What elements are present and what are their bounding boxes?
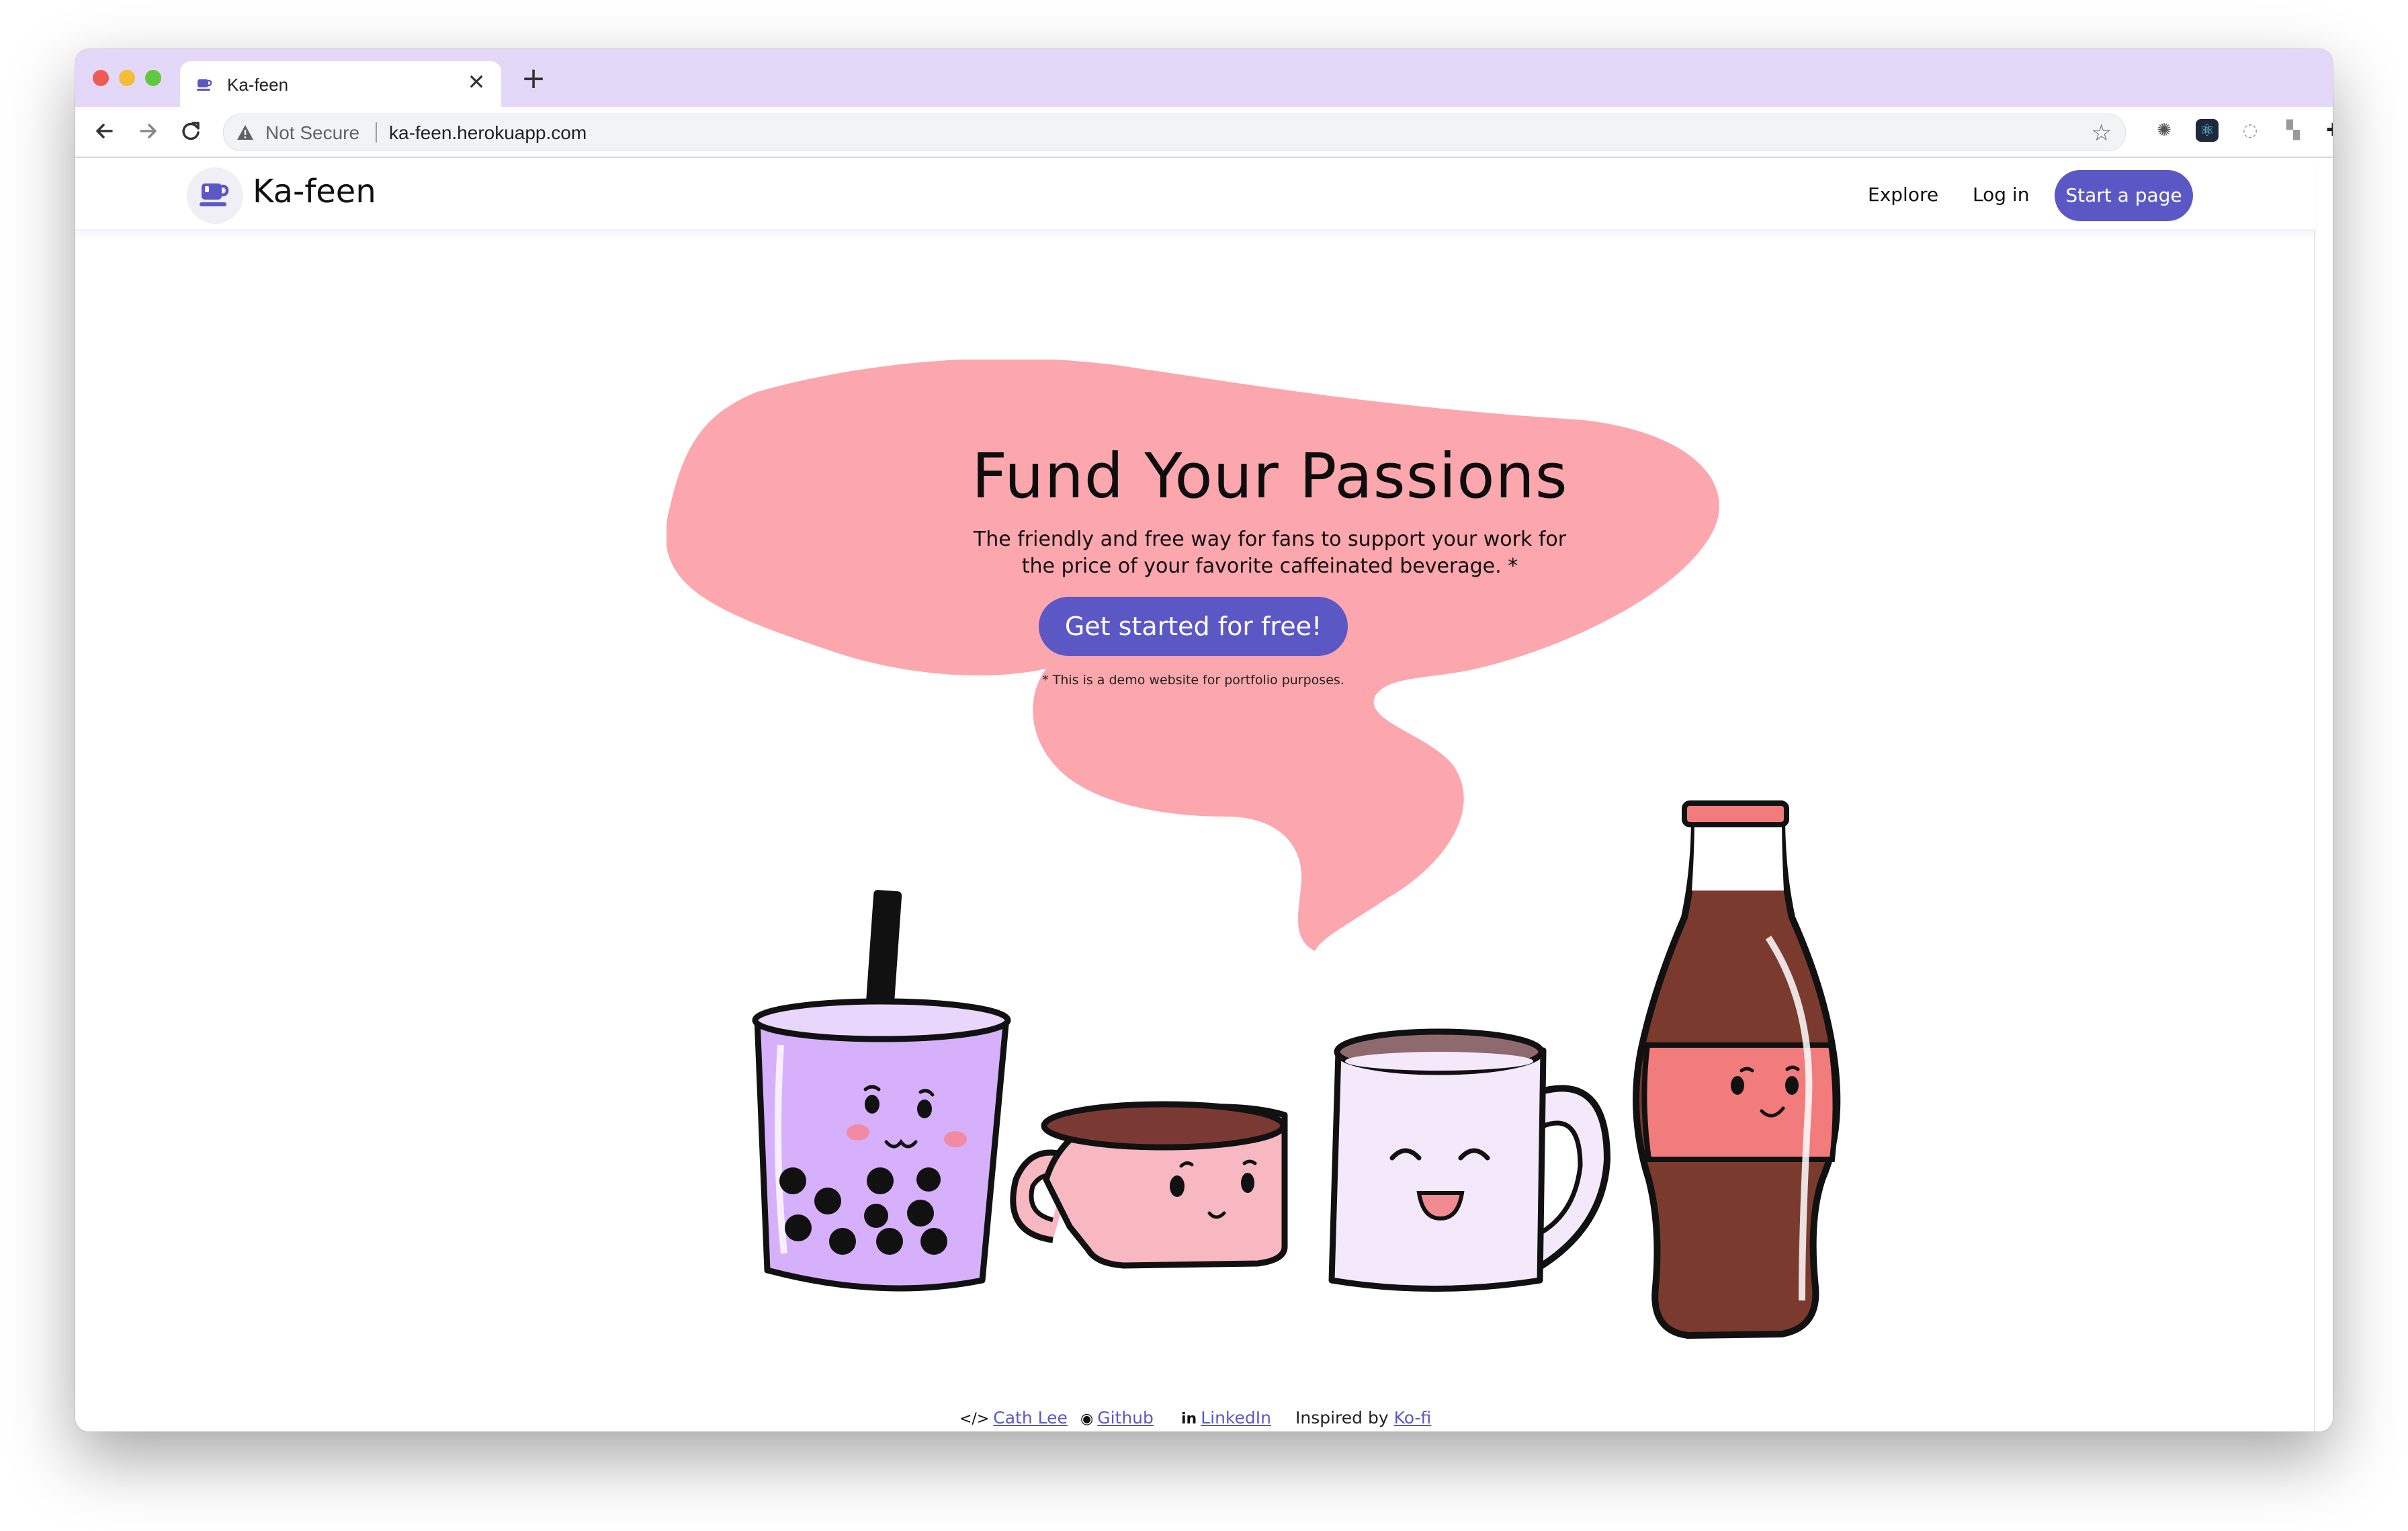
bug-extension-icon[interactable]: ✺ xyxy=(2153,119,2176,142)
get-started-button[interactable]: Get started for free! xyxy=(1039,597,1348,656)
linkedin-link[interactable]: LinkedIn xyxy=(1201,1408,1271,1427)
hero-subtitle-line2: the price of your favorite caffeinated b… xyxy=(1021,554,1518,578)
forward-arrow-icon[interactable] xyxy=(133,116,163,146)
reload-icon[interactable] xyxy=(176,116,206,146)
close-window-button[interactable] xyxy=(93,70,109,86)
footer-linkedin: in LinkedIn xyxy=(1181,1408,1271,1427)
ghost-extension-icon[interactable]: ◌ xyxy=(2239,119,2262,142)
code-icon: </> xyxy=(959,1411,990,1427)
login-link[interactable]: Log in xyxy=(1973,183,2029,206)
new-tab-button[interactable]: + xyxy=(520,64,547,93)
hero-title: Fund Your Passions xyxy=(972,440,1568,512)
puzzle-extension-icon[interactable]: ✚ xyxy=(2322,119,2333,142)
boba-tea-illustration xyxy=(752,890,1011,1292)
browser-tab[interactable]: Ka-feen ✕ xyxy=(180,61,501,107)
tab-title: Ka-feen xyxy=(227,75,289,95)
scrollbar-track xyxy=(2314,158,2315,1432)
site-header: Ka-feen Explore Log in Start a page xyxy=(75,158,2315,231)
browser-toolbar: Not Secure ka-feen.herokuapp.com ☆ ✺ ⚛ ◌… xyxy=(75,107,2333,158)
omnibox-divider xyxy=(376,122,377,142)
cola-bottle-illustration xyxy=(1633,800,1841,1339)
page-content: Ka-feen Explore Log in Start a page Fund… xyxy=(75,158,2333,1432)
star-icon[interactable]: ☆ xyxy=(2092,120,2112,147)
hero-subtitle: The friendly and free way for fans to su… xyxy=(833,526,1707,580)
lavender-mug-illustration xyxy=(1328,1028,1611,1292)
kofi-link[interactable]: Ko-fi xyxy=(1394,1408,1432,1427)
zoom-window-button[interactable] xyxy=(145,70,161,86)
coffee-cup-icon xyxy=(197,79,212,91)
drinks-illustration xyxy=(752,800,1841,1339)
demo-disclaimer: * This is a demo website for portfolio p… xyxy=(1042,673,1344,688)
inspired-prefix: Inspired by xyxy=(1295,1408,1389,1427)
footer-author: </> Cath Lee xyxy=(959,1408,1068,1427)
brand-name[interactable]: Ka-feen xyxy=(253,173,376,210)
address-bar[interactable]: Not Secure ka-feen.herokuapp.com ☆ xyxy=(223,114,2126,151)
start-page-button[interactable]: Start a page xyxy=(2055,170,2193,221)
explore-link[interactable]: Explore xyxy=(1868,183,1938,206)
author-link[interactable]: Cath Lee xyxy=(993,1408,1068,1427)
github-link[interactable]: Github xyxy=(1097,1408,1154,1427)
coffee-cup-logo-icon xyxy=(200,183,229,206)
grey-extension-icon[interactable]: ▚ xyxy=(2282,119,2305,142)
minimize-window-button[interactable] xyxy=(119,70,135,86)
footer-github: ◉ Github xyxy=(1080,1408,1154,1427)
github-icon: ◉ xyxy=(1080,1411,1094,1427)
hero-subtitle-line1: The friendly and free way for fans to su… xyxy=(973,528,1567,551)
browser-window: Ka-feen ✕ + Not Secure ka-feen.herokuapp… xyxy=(75,49,2333,1432)
security-status[interactable]: Not Secure xyxy=(265,122,359,144)
footer-inspired: Inspired by Ko-fi xyxy=(1295,1408,1431,1427)
pink-mug-illustration xyxy=(1010,1101,1288,1269)
warning-icon xyxy=(237,125,253,140)
url-text[interactable]: ka-feen.herokuapp.com xyxy=(389,122,587,144)
back-arrow-icon[interactable] xyxy=(90,116,120,146)
linkedin-icon: in xyxy=(1181,1411,1197,1427)
react-devtools-icon[interactable]: ⚛ xyxy=(2196,119,2219,142)
logo[interactable] xyxy=(187,167,243,224)
close-tab-icon[interactable]: ✕ xyxy=(466,71,486,93)
browser-titlebar: Ka-feen ✕ + xyxy=(75,49,2333,107)
